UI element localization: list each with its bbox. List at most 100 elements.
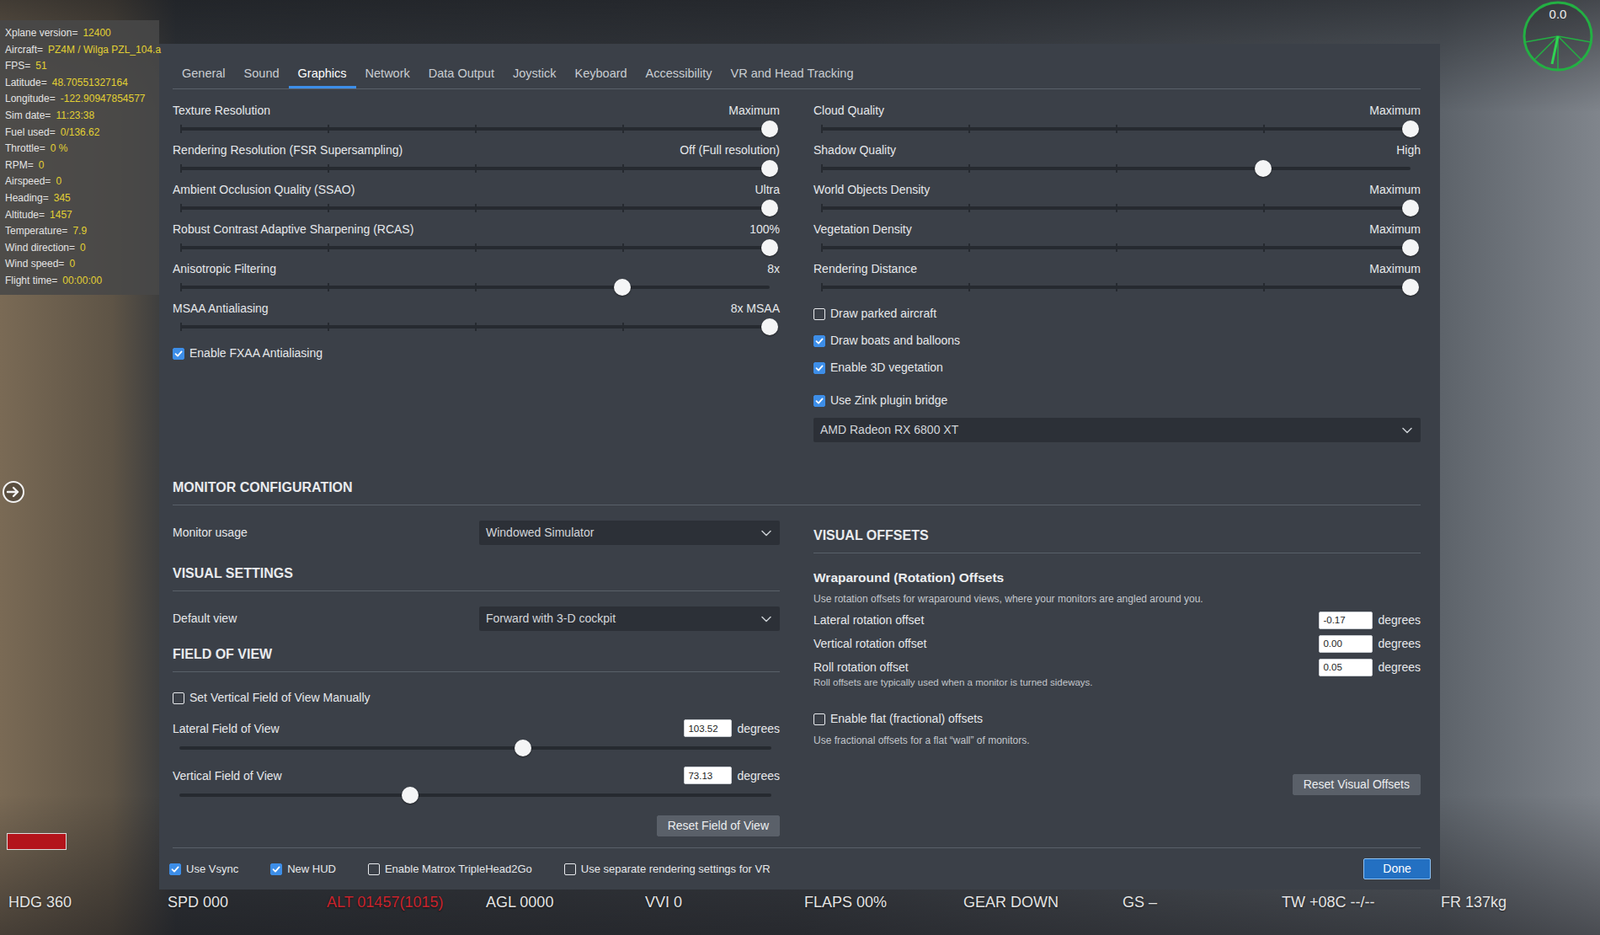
slider-track[interactable] — [821, 236, 1411, 259]
overlay-line: Sim date=11:23:38 — [5, 107, 155, 125]
section-heading: MONITOR CONFIGURATION — [172, 479, 1421, 506]
slider-knob[interactable] — [1254, 160, 1272, 177]
slider-track[interactable] — [180, 157, 770, 180]
section-heading: FIELD OF VIEW — [172, 645, 780, 672]
slider-track[interactable] — [180, 117, 770, 140]
slider-track[interactable] — [180, 236, 770, 259]
dropdown-value: AMD Radeon RX 6800 XT — [820, 421, 959, 439]
slider-row: Vegetation DensityMaximum — [813, 221, 1421, 259]
overlay-value: 7.9 — [72, 224, 87, 237]
checkbox[interactable] — [172, 692, 185, 704]
slider-track[interactable] — [821, 117, 1411, 140]
overlay-line: Temperature=7.9 — [5, 223, 155, 240]
overlay-label: Longitude= — [5, 92, 56, 105]
checkbox[interactable] — [172, 347, 185, 360]
setting-label: Monitor usage — [172, 523, 248, 542]
slider-track[interactable] — [180, 197, 770, 219]
slider-knob[interactable] — [401, 786, 419, 804]
checkbox[interactable] — [813, 394, 826, 407]
slider-knob[interactable] — [1402, 120, 1419, 138]
slider-track[interactable] — [821, 276, 1411, 299]
slider-label: Shadow Quality — [813, 142, 896, 158]
checkbox-row[interactable]: Enable 3D vegetation — [813, 358, 1421, 377]
settings-tab[interactable]: General — [172, 66, 235, 89]
slider-track[interactable] — [821, 157, 1411, 180]
checkbox-row[interactable]: Use Vsync — [169, 860, 239, 878]
checkbox-row[interactable]: Use Zink plugin bridge — [813, 391, 1421, 410]
slider-header: Lateral Field of Viewdegrees — [172, 719, 780, 737]
settings-dialog: GeneralSoundGraphicsNetworkData OutputJo… — [159, 43, 1440, 890]
compass: 0.0 — [1521, 0, 1595, 73]
slider-knob[interactable] — [1402, 199, 1419, 217]
checkbox-row[interactable]: Enable flat (fractional) offsets — [813, 709, 1421, 728]
number-input[interactable] — [1318, 658, 1373, 677]
done-button[interactable]: Done — [1363, 858, 1431, 880]
settings-tab[interactable]: Sound — [234, 66, 289, 89]
slider-knob[interactable] — [1402, 278, 1419, 296]
slider-track[interactable] — [180, 315, 770, 338]
button-row: Reset Visual Offsets — [813, 773, 1421, 795]
graphics-right-column: Cloud QualityMaximumShadow QualityHighWo… — [813, 102, 1421, 443]
settings-tab[interactable]: Accessibility — [636, 66, 722, 89]
checkbox-row[interactable]: Draw boats and balloons — [813, 331, 1421, 350]
dropdown[interactable]: AMD Radeon RX 6800 XT — [813, 417, 1421, 443]
checkbox[interactable] — [813, 308, 826, 320]
slider-reading: Maximum — [1369, 261, 1421, 277]
slider-knob[interactable] — [1402, 239, 1419, 256]
slider-knob[interactable] — [761, 160, 779, 177]
slider-reading: Maximum — [1369, 181, 1421, 198]
settings-tab[interactable]: Data Output — [419, 66, 504, 89]
slider-track[interactable] — [821, 197, 1411, 219]
arrow-right-icon[interactable] — [1, 480, 26, 504]
number-input[interactable] — [683, 766, 732, 784]
overlay-value: -122.90947854577 — [60, 92, 146, 105]
slider-knob[interactable] — [761, 199, 779, 217]
slider-row: Shadow QualityHigh — [813, 142, 1421, 180]
checkbox[interactable] — [813, 362, 826, 374]
checkbox[interactable] — [564, 863, 576, 875]
number-input[interactable] — [1318, 611, 1373, 630]
checkbox-row[interactable]: Set Vertical Field of View Manually — [172, 688, 780, 707]
checkbox-row[interactable]: Enable FXAA Antialiasing — [172, 344, 780, 363]
slider-knob[interactable] — [761, 120, 779, 138]
checkbox[interactable] — [813, 713, 826, 726]
dropdown[interactable]: Forward with 3-D cockpit — [479, 606, 780, 631]
hud-item: FR 137kg — [1440, 892, 1600, 912]
reset-offsets-button[interactable]: Reset Visual Offsets — [1292, 773, 1421, 795]
reset-fov-button[interactable]: Reset Field of View — [656, 815, 780, 837]
subheading: Wraparound (Rotation) Offsets — [813, 569, 1421, 586]
checkbox-row[interactable]: Use separate rendering settings for VR — [564, 860, 771, 878]
checkbox[interactable] — [270, 863, 283, 875]
slider-knob[interactable] — [514, 739, 532, 757]
overlay-value: 0 — [38, 159, 45, 171]
overlay-label: Wind speed= — [5, 257, 64, 270]
slider-knob[interactable] — [761, 318, 779, 336]
checkbox-row[interactable]: Enable Matrox TripleHead2Go — [368, 860, 533, 878]
checkbox[interactable] — [169, 863, 182, 875]
dropdown[interactable]: Windowed Simulator — [479, 520, 780, 545]
slider-track[interactable] — [179, 784, 772, 806]
overlay-value: 0 — [69, 257, 75, 270]
checkbox-row[interactable]: Draw parked aircraft — [813, 304, 1421, 323]
slider-track[interactable] — [179, 736, 772, 759]
overlay-line: RPM=0 — [5, 157, 155, 175]
number-input[interactable] — [1318, 634, 1373, 653]
settings-tab[interactable]: Keyboard — [565, 66, 637, 89]
overlay-label: Airspeed= — [5, 175, 51, 187]
settings-tab[interactable]: Network — [356, 66, 420, 89]
slider-knob[interactable] — [613, 278, 631, 296]
settings-tab[interactable]: Joystick — [503, 66, 566, 89]
number-input[interactable] — [683, 719, 732, 737]
settings-tab[interactable]: VR and Head Tracking — [721, 66, 864, 89]
overlay-line: Throttle=0 % — [5, 140, 155, 158]
checkbox[interactable] — [813, 335, 826, 347]
slider-knob[interactable] — [761, 239, 779, 256]
unit-label: degrees — [1377, 634, 1421, 653]
slider-track[interactable] — [180, 276, 770, 299]
overlay-value: 51 — [35, 59, 47, 72]
checkbox[interactable] — [368, 863, 380, 875]
offset-label: Lateral rotation offset — [813, 611, 924, 630]
settings-tab[interactable]: Graphics — [288, 66, 357, 89]
checkbox-row[interactable]: New HUD — [270, 860, 336, 878]
checkbox-label: Enable flat (fractional) offsets — [830, 709, 983, 728]
